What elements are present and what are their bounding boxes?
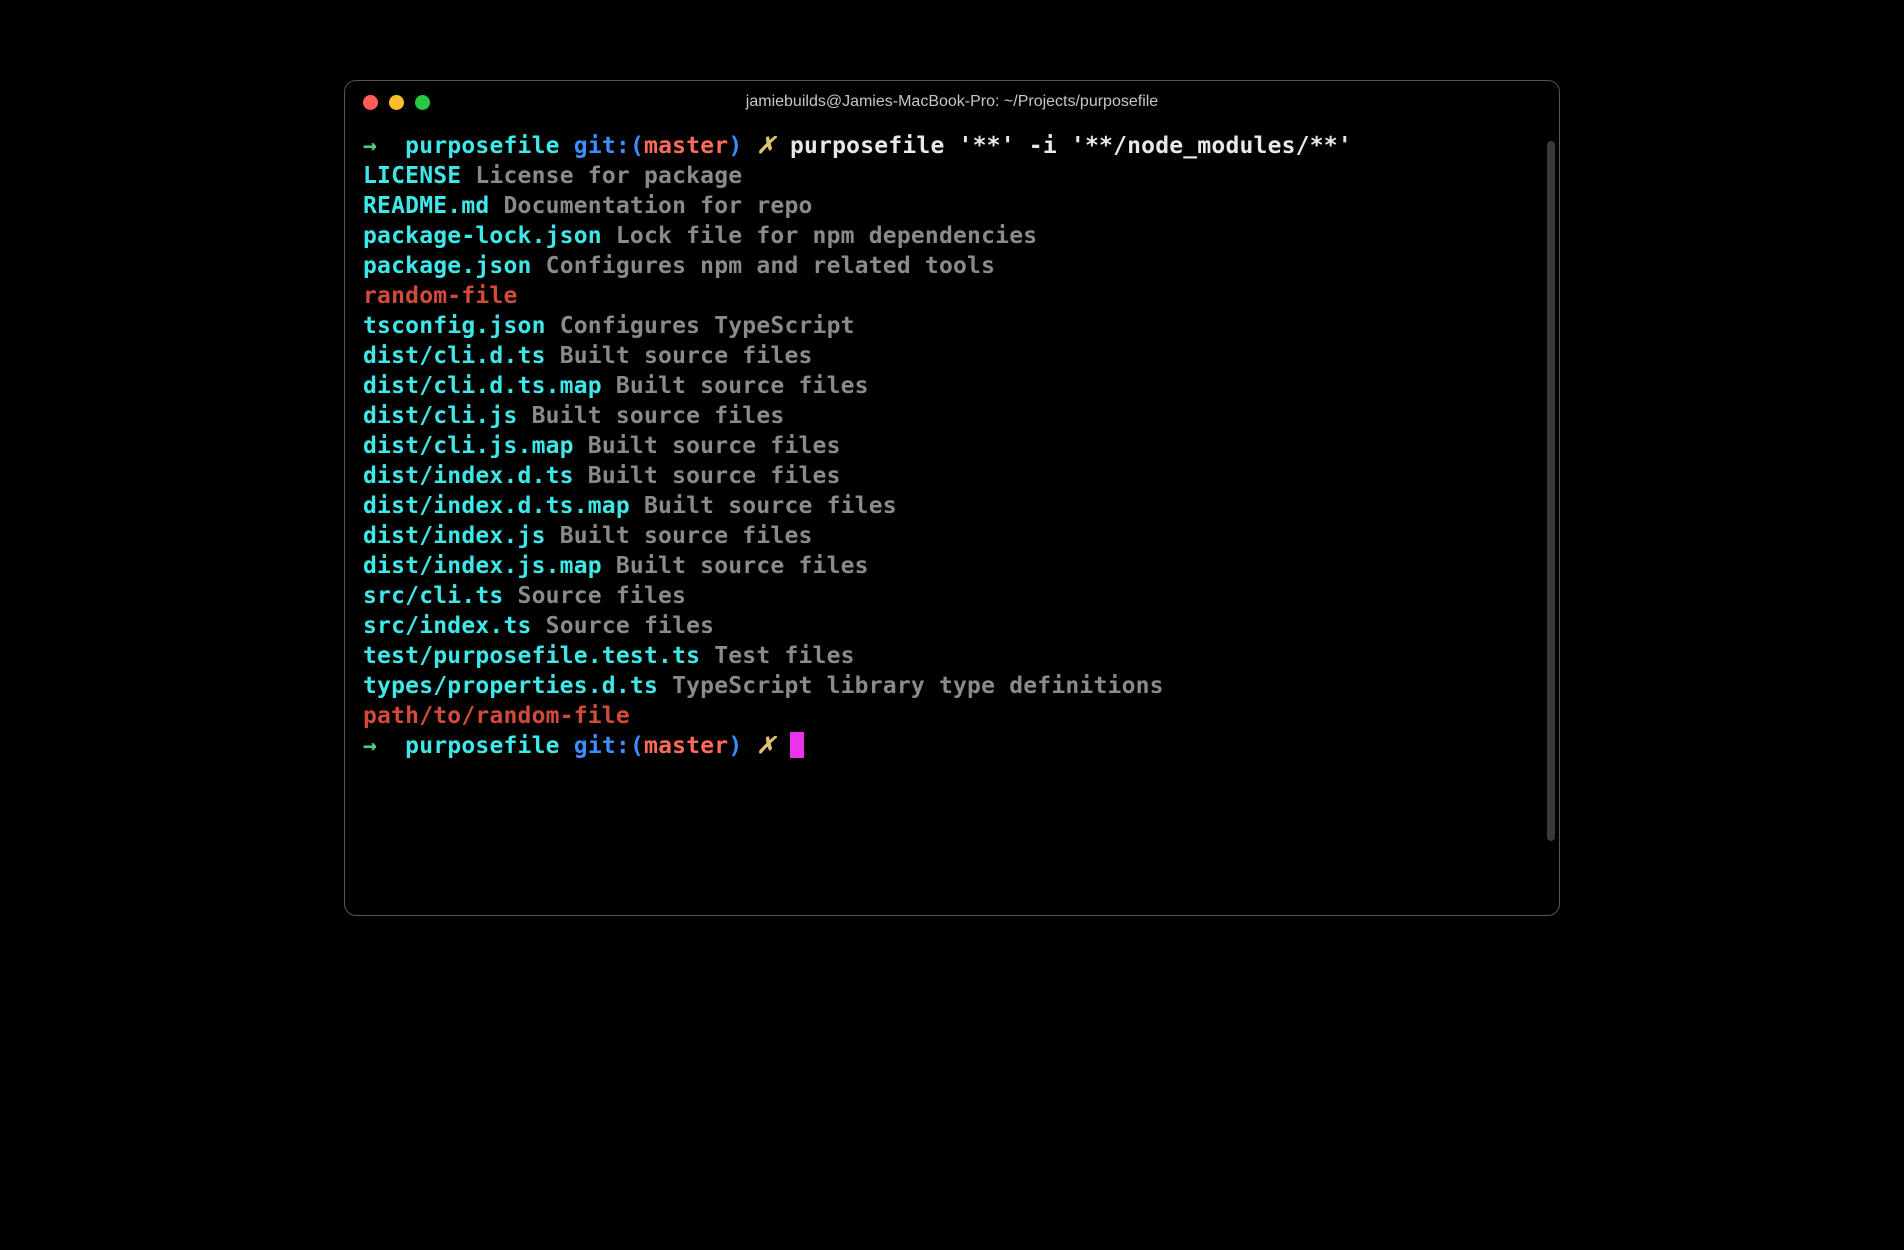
prompt-arrow: → bbox=[363, 733, 377, 759]
file-description: Built source files bbox=[560, 523, 813, 549]
output-line: README.md Documentation for repo bbox=[363, 191, 1541, 221]
output-line: path/to/random-file bbox=[363, 701, 1541, 731]
file-description: TypeScript library type definitions bbox=[672, 673, 1164, 699]
command-text: purposefile '**' -i '**/node_modules/**' bbox=[790, 133, 1352, 159]
file-description: Source files bbox=[518, 583, 687, 609]
file-name: dist/cli.d.ts bbox=[363, 343, 546, 369]
git-close: ) bbox=[728, 733, 742, 759]
file-description: Built source files bbox=[644, 493, 897, 519]
git-dirty-icon: ✗ bbox=[756, 133, 775, 159]
traffic-lights bbox=[363, 95, 430, 110]
file-name: dist/cli.d.ts.map bbox=[363, 373, 602, 399]
file-description: Built source files bbox=[588, 433, 841, 459]
output-line: types/properties.d.ts TypeScript library… bbox=[363, 671, 1541, 701]
file-name: dist/index.js.map bbox=[363, 553, 602, 579]
terminal-content[interactable]: → purposefile git:(master) ✗ purposefile… bbox=[345, 123, 1559, 769]
output-line: package.json Configures npm and related … bbox=[363, 251, 1541, 281]
file-description: Built source files bbox=[532, 403, 785, 429]
file-name: random-file bbox=[363, 283, 518, 309]
titlebar: jamiebuilds@Jamies-MacBook-Pro: ~/Projec… bbox=[345, 81, 1559, 123]
git-close: ) bbox=[728, 133, 742, 159]
output-line: LICENSE License for package bbox=[363, 161, 1541, 191]
output-line: random-file bbox=[363, 281, 1541, 311]
prompt-line-1: → purposefile git:(master) ✗ purposefile… bbox=[363, 131, 1541, 161]
output-container: LICENSE License for packageREADME.md Doc… bbox=[363, 161, 1541, 731]
file-name: LICENSE bbox=[363, 163, 461, 189]
file-description: Documentation for repo bbox=[504, 193, 813, 219]
output-line: tsconfig.json Configures TypeScript bbox=[363, 311, 1541, 341]
git-branch: master bbox=[644, 733, 728, 759]
file-description: Source files bbox=[546, 613, 715, 639]
output-line: dist/cli.d.ts Built source files bbox=[363, 341, 1541, 371]
file-name: dist/cli.js.map bbox=[363, 433, 574, 459]
output-line: dist/index.d.ts.map Built source files bbox=[363, 491, 1541, 521]
close-icon[interactable] bbox=[363, 95, 378, 110]
file-description: Lock file for npm dependencies bbox=[616, 223, 1037, 249]
file-name: dist/index.d.ts.map bbox=[363, 493, 630, 519]
maximize-icon[interactable] bbox=[415, 95, 430, 110]
file-description: Configures npm and related tools bbox=[546, 253, 996, 279]
output-line: package-lock.json Lock file for npm depe… bbox=[363, 221, 1541, 251]
window-title: jamiebuilds@Jamies-MacBook-Pro: ~/Projec… bbox=[345, 93, 1559, 111]
git-label: git:( bbox=[574, 133, 644, 159]
prompt-cwd: purposefile bbox=[405, 133, 560, 159]
cursor-icon bbox=[790, 732, 804, 758]
file-name: test/purposefile.test.ts bbox=[363, 643, 700, 669]
file-name: types/properties.d.ts bbox=[363, 673, 658, 699]
terminal-window: jamiebuilds@Jamies-MacBook-Pro: ~/Projec… bbox=[344, 80, 1560, 916]
output-line: dist/index.js.map Built source files bbox=[363, 551, 1541, 581]
prompt-arrow: → bbox=[363, 133, 377, 159]
output-line: src/cli.ts Source files bbox=[363, 581, 1541, 611]
file-name: src/index.ts bbox=[363, 613, 532, 639]
git-dirty-icon: ✗ bbox=[756, 733, 775, 759]
file-description: Built source files bbox=[588, 463, 841, 489]
output-line: test/purposefile.test.ts Test files bbox=[363, 641, 1541, 671]
file-name: dist/index.d.ts bbox=[363, 463, 574, 489]
git-branch: master bbox=[644, 133, 728, 159]
git-label: git:( bbox=[574, 733, 644, 759]
prompt-line-2: → purposefile git:(master) ✗ bbox=[363, 731, 1541, 761]
output-line: dist/cli.js.map Built source files bbox=[363, 431, 1541, 461]
file-description: Built source files bbox=[616, 553, 869, 579]
output-line: src/index.ts Source files bbox=[363, 611, 1541, 641]
file-description: Test files bbox=[714, 643, 854, 669]
output-line: dist/cli.js Built source files bbox=[363, 401, 1541, 431]
file-description: Configures TypeScript bbox=[560, 313, 855, 339]
file-name: path/to/random-file bbox=[363, 703, 630, 729]
output-line: dist/cli.d.ts.map Built source files bbox=[363, 371, 1541, 401]
file-name: README.md bbox=[363, 193, 489, 219]
file-name: tsconfig.json bbox=[363, 313, 546, 339]
file-name: package-lock.json bbox=[363, 223, 602, 249]
file-name: src/cli.ts bbox=[363, 583, 503, 609]
scrollbar[interactable] bbox=[1547, 141, 1555, 841]
file-name: dist/cli.js bbox=[363, 403, 518, 429]
prompt-cwd: purposefile bbox=[405, 733, 560, 759]
file-description: Built source files bbox=[560, 343, 813, 369]
file-description: License for package bbox=[475, 163, 742, 189]
minimize-icon[interactable] bbox=[389, 95, 404, 110]
file-name: package.json bbox=[363, 253, 532, 279]
file-name: dist/index.js bbox=[363, 523, 546, 549]
output-line: dist/index.js Built source files bbox=[363, 521, 1541, 551]
output-line: dist/index.d.ts Built source files bbox=[363, 461, 1541, 491]
file-description: Built source files bbox=[616, 373, 869, 399]
